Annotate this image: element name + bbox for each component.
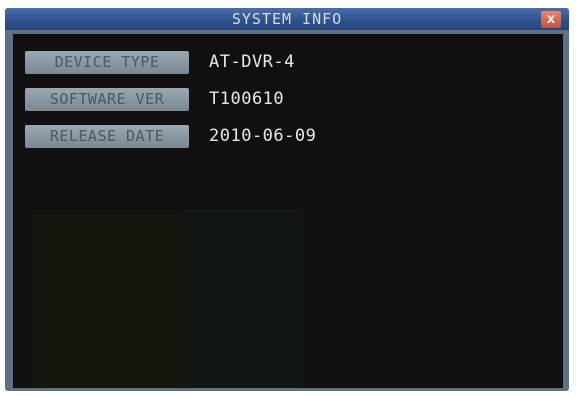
software-version-label: SOFTWARE VER (25, 88, 189, 111)
device-type-label: DEVICE TYPE (25, 51, 189, 74)
info-panel: DEVICE TYPE AT-DVR-4 SOFTWARE VER T10061… (13, 34, 563, 388)
system-info-dialog: SYSTEM INFO x DEVICE TYPE AT-DVR-4 SOFTW… (5, 8, 569, 391)
close-button[interactable]: x (541, 11, 561, 28)
release-date-label: RELEASE DATE (25, 125, 189, 148)
device-type-value: AT-DVR-4 (209, 52, 295, 72)
device-type-row: DEVICE TYPE AT-DVR-4 (25, 51, 545, 74)
release-date-value: 2010-06-09 (209, 126, 317, 146)
close-icon: x (546, 12, 556, 27)
dialog-title: SYSTEM INFO (231, 10, 343, 28)
background-shade (183, 209, 303, 388)
software-version-value: T100610 (209, 89, 285, 109)
release-date-row: RELEASE DATE 2010-06-09 (25, 125, 545, 148)
software-version-row: SOFTWARE VER T100610 (25, 88, 545, 111)
title-bar: SYSTEM INFO x (5, 8, 569, 30)
background-shade (33, 214, 183, 388)
